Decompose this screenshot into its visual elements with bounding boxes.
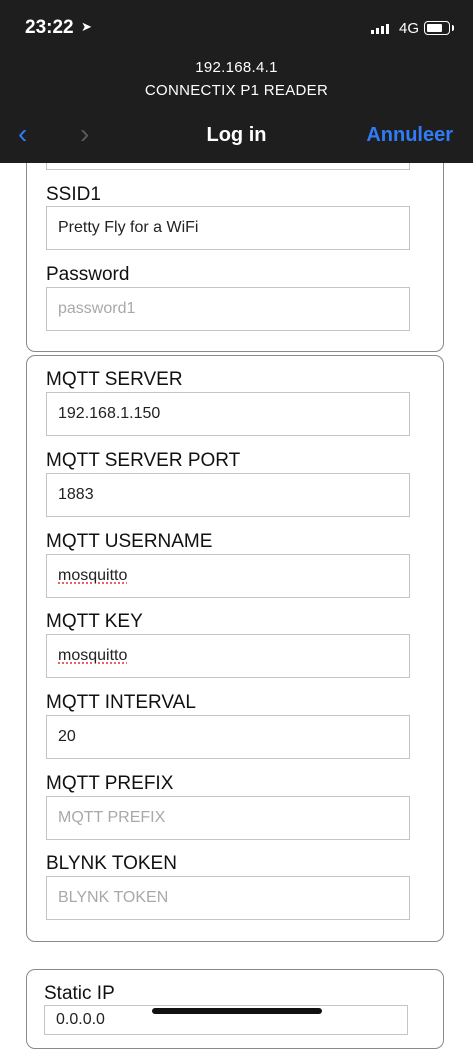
mqtt-port-input[interactable]: 1883 — [46, 473, 410, 517]
signal-icon — [371, 24, 389, 34]
mqtt-key-label: MQTT KEY — [46, 611, 143, 632]
blynk-token-input[interactable]: BLYNK TOKEN — [46, 876, 410, 920]
password-label: Password — [46, 264, 130, 285]
location-arrow-icon: ➤ — [81, 19, 92, 34]
page-address: 192.168.4.1 — [195, 59, 278, 76]
mqtt-server-label: MQTT SERVER — [46, 369, 183, 390]
mqtt-prefix-input[interactable]: MQTT PREFIX — [46, 796, 410, 840]
mqtt-port-label: MQTT SERVER PORT — [46, 450, 241, 471]
mqtt-username-label: MQTT USERNAME — [46, 531, 213, 552]
mqtt-username-value: mosquitto — [58, 567, 128, 584]
browser-header: 23:22 ➤ 4G 192.168.4.1 CONNECTIX P1 READ… — [0, 0, 473, 163]
mqtt-username-input[interactable]: mosquitto — [46, 554, 410, 598]
page-name: CONNECTIX P1 READER — [144, 82, 329, 99]
mqtt-interval-label: MQTT INTERVAL — [46, 692, 196, 713]
battery-icon — [424, 21, 454, 35]
ssid-label: SSID1 — [46, 184, 101, 205]
network-type: 4G — [399, 20, 420, 37]
mqtt-interval-input[interactable]: 20 — [46, 715, 410, 759]
cancel-button[interactable]: Annuleer — [366, 124, 453, 147]
ssid-input[interactable]: Pretty Fly for a WiFi — [46, 206, 410, 250]
mqtt-key-input[interactable]: mosquitto — [46, 634, 410, 678]
status-time: 23:22 — [25, 17, 74, 38]
blynk-token-label: BLYNK TOKEN — [46, 853, 177, 874]
mqtt-key-value: mosquitto — [58, 647, 128, 664]
mqtt-prefix-label: MQTT PREFIX — [46, 773, 174, 794]
mqtt-server-input[interactable]: 192.168.1.150 — [46, 392, 410, 436]
home-indicator — [152, 1008, 322, 1014]
static-ip-label: Static IP — [44, 983, 115, 1004]
password-input[interactable]: password1 — [46, 287, 410, 331]
